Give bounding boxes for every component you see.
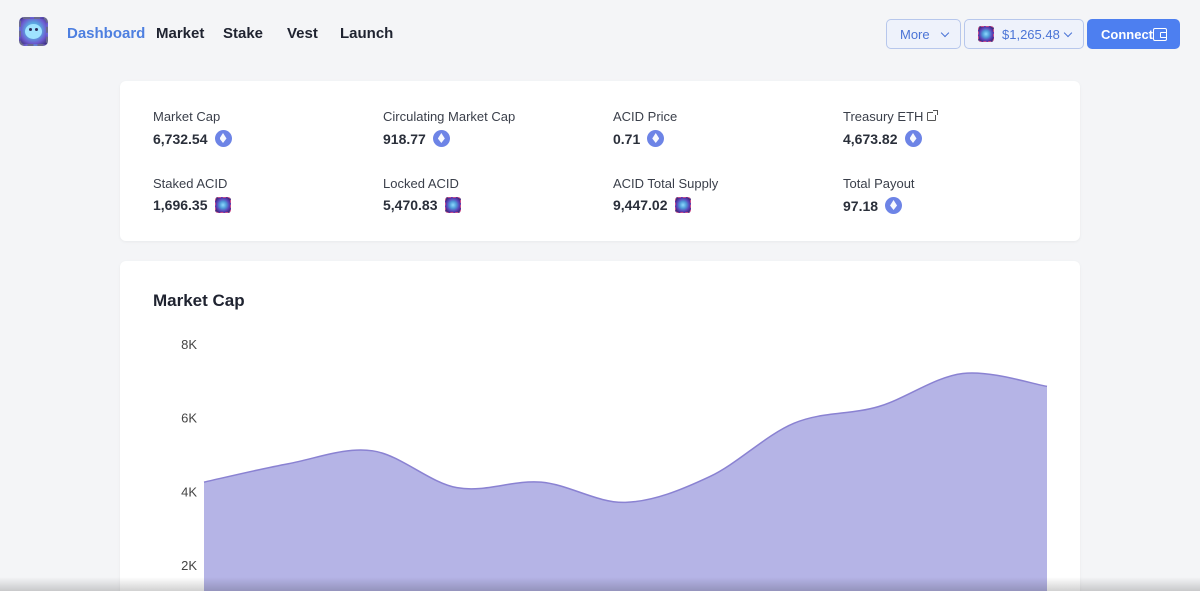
connect-label: Connect (1101, 26, 1153, 42)
stat-value: 4,673.82 (843, 130, 898, 147)
market-cap-area (204, 372, 1047, 591)
stat-label: ACID Total Supply (613, 176, 719, 191)
more-dropdown-button[interactable]: More (886, 19, 961, 49)
stat-label: Treasury ETH (843, 109, 924, 124)
stats-card: Market Cap 6,732.54 Circulating Market C… (120, 81, 1080, 241)
stat-staked-acid: Staked ACID 1,696.35 (153, 176, 231, 213)
market-cap-chart-card: Market Cap 8K 6K 4K 2K (120, 261, 1080, 591)
acid-token-icon (978, 26, 994, 42)
eth-icon (432, 130, 450, 147)
acid-token-icon (674, 197, 691, 213)
stat-acid-price: ACID Price 0.71 (613, 109, 677, 147)
stat-label: Circulating Market Cap (383, 109, 516, 124)
stat-value: 97.18 (843, 197, 879, 214)
eth-icon (904, 130, 922, 147)
nav-stake[interactable]: Stake (223, 25, 263, 42)
stat-value: 1,696.35 (153, 197, 208, 213)
market-cap-chart: 8K 6K 4K 2K (181, 337, 1048, 591)
stat-label: ACID Price (613, 109, 678, 124)
connect-wallet-button[interactable]: Connect (1087, 19, 1180, 49)
chevron-down-icon (1063, 28, 1073, 38)
y-tick-label: 2K (181, 558, 197, 573)
stat-label: Market Cap (153, 109, 221, 124)
stat-value: 6,732.54 (153, 130, 208, 147)
stat-label: Total Payout (843, 176, 915, 191)
top-navbar: Dashboard Market Stake Vest Launch More … (0, 0, 1200, 68)
stat-value: 9,447.02 (613, 197, 668, 213)
stat-value: 0.71 (613, 130, 641, 147)
eth-icon (647, 130, 665, 147)
stat-market-cap: Market Cap 6,732.54 (153, 109, 232, 147)
stat-locked-acid: Locked ACID 5,470.83 (383, 176, 461, 213)
stat-acid-total-supply: ACID Total Supply 9,447.02 (613, 176, 718, 213)
nav-dashboard[interactable]: Dashboard (67, 25, 145, 42)
y-tick-label: 6K (181, 411, 197, 426)
stat-circulating-market-cap: Circulating Market Cap 918.77 (383, 109, 515, 147)
chevron-down-icon (940, 28, 950, 38)
external-link-icon[interactable] (927, 110, 939, 121)
stat-value: 918.77 (383, 130, 426, 147)
y-tick-label: 4K (181, 484, 197, 499)
token-price-dropdown[interactable]: $1,265.48 (964, 19, 1084, 49)
stat-total-payout: Total Payout 97.18 (843, 176, 915, 214)
wallet-icon (1153, 28, 1167, 41)
stat-value: 5,470.83 (383, 197, 438, 213)
y-tick-label: 8K (181, 337, 197, 352)
eth-icon (885, 197, 903, 214)
acid-token-icon (214, 197, 231, 213)
nav-vest[interactable]: Vest (287, 25, 318, 42)
more-label: More (900, 26, 930, 42)
stat-label: Staked ACID (153, 176, 228, 191)
window-bottom-shadow (0, 577, 1200, 591)
token-price-label: $1,265.48 (1002, 26, 1060, 42)
nav-market[interactable]: Market (156, 25, 204, 42)
acid-token-icon (444, 197, 461, 213)
stat-label: Locked ACID (383, 176, 459, 191)
nav-launch[interactable]: Launch (340, 25, 393, 42)
eth-icon (214, 130, 232, 147)
app-logo-icon[interactable] (19, 17, 48, 46)
stat-treasury-eth: Treasury ETH 4,673.82 (843, 109, 939, 147)
